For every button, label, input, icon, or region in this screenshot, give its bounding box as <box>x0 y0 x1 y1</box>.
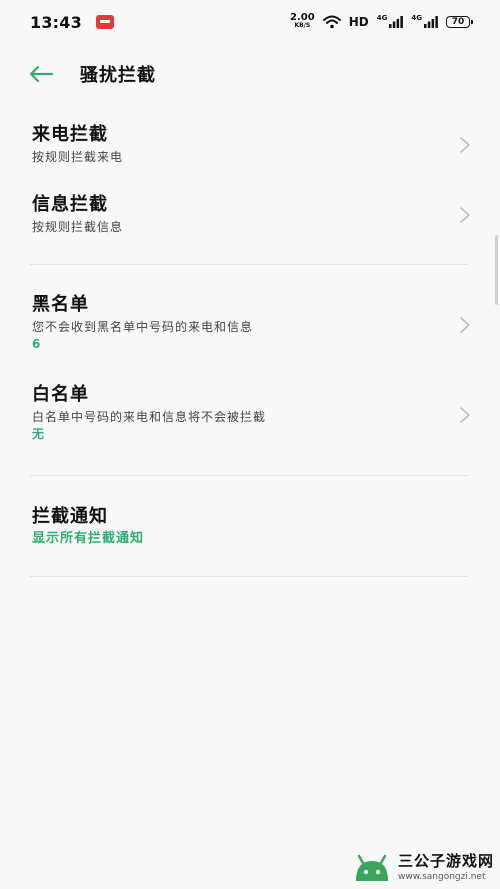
signal-icon-1 <box>389 16 404 28</box>
watermark-text: 三公子游戏网 www.sangongzi.net <box>398 853 494 885</box>
network-speed-unit: KB/S <box>294 22 311 29</box>
network-type-2: 4G <box>411 14 422 22</box>
signal-icon-2 <box>424 16 438 28</box>
section-divider <box>30 264 468 265</box>
battery-level: 70 <box>451 17 465 27</box>
chevron-right-icon <box>460 137 470 153</box>
page: 13:43 2.00 KB/S HD 4G 4G 70 骚扰拦截 来电拦截 按规… <box>0 0 500 889</box>
item-value: 无 <box>32 427 46 441</box>
chevron-right-icon <box>460 207 470 223</box>
item-value: 6 <box>32 337 42 351</box>
network-speed-value: 2.00 <box>290 12 315 23</box>
network-speed: 2.00 KB/S <box>290 12 315 30</box>
item-title: 来电拦截 <box>32 124 108 145</box>
list-item-message-block[interactable]: 信息拦截 按规则拦截信息 <box>0 192 500 242</box>
app-header: 骚扰拦截 <box>0 50 500 98</box>
item-title: 信息拦截 <box>32 194 108 215</box>
watermark-brand: 三公子游戏网 <box>397 852 494 870</box>
item-title: 白名单 <box>32 384 89 405</box>
wifi-icon <box>322 15 341 29</box>
status-time: 13:43 <box>30 12 82 32</box>
network-type-1: 4G <box>376 14 388 22</box>
list-item-call-block[interactable]: 来电拦截 按规则拦截来电 <box>0 122 500 172</box>
list-item-blacklist[interactable]: 黑名单 您不会收到黑名单中号码的来电和信息 6 <box>0 292 500 358</box>
watermark: 三公子游戏网 www.sangongzi.net <box>352 853 494 885</box>
page-title: 骚扰拦截 <box>80 65 156 86</box>
status-left: 13:43 <box>30 13 114 32</box>
item-subtitle: 您不会收到黑名单中号码的来电和信息 <box>32 320 254 334</box>
android-logo-icon <box>355 854 388 881</box>
status-right: 2.00 KB/S HD 4G 4G 70 <box>290 12 473 30</box>
chevron-right-icon <box>460 407 470 423</box>
item-subtitle: 按规则拦截信息 <box>32 220 124 234</box>
item-value: 显示所有拦截通知 <box>32 531 145 546</box>
chevron-right-icon <box>460 317 470 333</box>
back-button[interactable] <box>28 61 54 87</box>
item-subtitle: 白名单中号码的来电和信息将不会被拦截 <box>32 410 267 424</box>
hd-indicator: HD <box>348 15 369 29</box>
list-item-whitelist[interactable]: 白名单 白名单中号码的来电和信息将不会被拦截 无 <box>0 382 500 448</box>
section-divider <box>30 576 468 577</box>
item-subtitle: 按规则拦截来电 <box>32 150 124 164</box>
list-item-block-notification[interactable]: 拦截通知 显示所有拦截通知 <box>0 504 500 550</box>
section-divider <box>30 475 468 476</box>
arrow-left-icon <box>29 65 53 83</box>
watermark-url: www.sangongzi.net <box>397 872 486 882</box>
status-bar: 13:43 2.00 KB/S HD 4G 4G 70 <box>0 0 500 44</box>
item-title: 拦截通知 <box>32 506 108 527</box>
battery-icon: 70 <box>446 16 473 28</box>
item-title: 黑名单 <box>32 294 89 315</box>
notification-icon <box>95 15 114 29</box>
